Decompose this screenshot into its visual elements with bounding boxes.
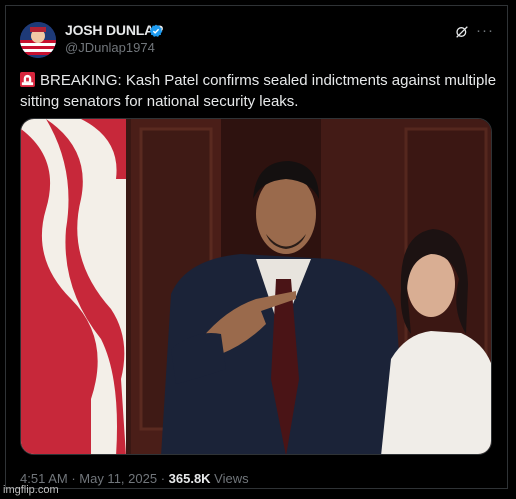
author-avatar[interactable]	[20, 22, 56, 58]
tweet-text-container: BREAKING: Kash Patel confirms sealed ind…	[20, 70, 500, 112]
views-count: 365.8K	[168, 471, 211, 486]
separator: ·	[157, 471, 169, 486]
views-label: Views	[210, 471, 249, 486]
verified-badge-icon	[149, 24, 163, 37]
flag-avatar-image	[20, 22, 56, 58]
tweet-photo[interactable]	[20, 118, 492, 455]
grok-icon[interactable]	[454, 24, 470, 40]
tweet-text: BREAKING: Kash Patel confirms sealed ind…	[20, 72, 497, 110]
imgflip-watermark: imgflip.com	[3, 484, 59, 496]
more-options-button[interactable]: ···	[476, 22, 494, 39]
author-handle[interactable]: @JDunlap1974	[65, 40, 155, 55]
siren-icon	[20, 72, 35, 87]
photo-image	[21, 119, 491, 454]
tweet-date[interactable]: May 11, 2025	[79, 471, 157, 486]
separator: ·	[67, 471, 80, 486]
